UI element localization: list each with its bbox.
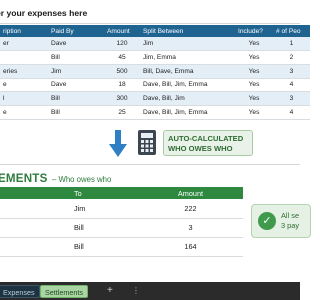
cell-to[interactable]: Bill [70, 218, 138, 238]
table-row: l Bill 300 Dave, Bill, Jim Yes 3 [0, 91, 310, 106]
cell-split-between[interactable]: Dave, Bill, Jim, Emma [140, 78, 235, 93]
settled-status-text: All se 3 pay [281, 211, 299, 231]
header-num-people[interactable]: # of Peo [273, 25, 310, 37]
cell-split-between[interactable]: Jim [140, 37, 235, 52]
check-icon: ✓ [258, 212, 276, 230]
sheet-tab-settlements[interactable]: Settlements [40, 285, 88, 298]
header-include[interactable]: Include? [235, 25, 273, 37]
cell-description[interactable]: er [0, 37, 48, 52]
cell-num-people[interactable]: 4 [273, 78, 310, 93]
cell-include[interactable]: Yes [235, 78, 273, 93]
divider [0, 23, 300, 24]
table-row: e Dave 18 Dave, Bill, Jim, Emma Yes 4 [0, 78, 310, 93]
table-row: e Bill 25 Dave, Bill, Jim, Emma Yes 4 [0, 105, 310, 120]
cell-num-people[interactable]: 3 [273, 64, 310, 79]
cell-include[interactable]: Yes [235, 37, 273, 52]
cell-split-between[interactable]: Dave, Bill, Jim [140, 91, 235, 106]
cell-description[interactable]: e [0, 105, 48, 120]
calculator-icon [138, 130, 156, 155]
expenses-header-row: ription Paid By Amount Split Between Inc… [0, 25, 310, 37]
auto-calculated-callout: AUTO-CALCULATED WHO OWES WHO [163, 130, 253, 156]
header-split-between[interactable]: Split Between [140, 25, 235, 37]
settlements-heading: EMENTS – Who owes who [0, 169, 111, 187]
cell-include[interactable]: Yes [235, 105, 273, 120]
cell-amount[interactable]: 300 [104, 91, 140, 106]
callout-line-1: AUTO-CALCULATED [168, 134, 244, 143]
cell-paid-by[interactable]: Dave [48, 78, 104, 93]
sheet-tab-expenses[interactable]: Expenses [0, 285, 40, 298]
instruction-heading: er your expenses here [0, 8, 88, 18]
table-row: Bill 45 Jim, Emma Yes 2 [0, 50, 310, 65]
cell-amount[interactable]: 500 [104, 64, 140, 79]
divider [0, 164, 300, 165]
cell-paid-by[interactable]: Bill [48, 50, 104, 65]
table-row: eries Jim 500 Bill, Dave, Emma Yes 3 [0, 64, 310, 79]
settlements-title: EMENTS [0, 172, 48, 185]
cell-to[interactable]: Bill [70, 237, 138, 257]
cell-amount[interactable]: 18 [104, 78, 140, 93]
cell-from[interactable] [0, 218, 70, 238]
cell-split-between[interactable]: Bill, Dave, Emma [140, 64, 235, 79]
expenses-table: ription Paid By Amount Split Between Inc… [0, 25, 310, 120]
settled-status-line-1: All se [281, 211, 300, 220]
cell-split-between[interactable]: Dave, Bill, Jim, Emma [140, 105, 235, 120]
cell-num-people[interactable]: 2 [273, 50, 310, 65]
cell-paid-by[interactable]: Dave [48, 37, 104, 52]
table-row: er Dave 120 Jim Yes 1 [0, 37, 310, 52]
cell-include[interactable]: Yes [235, 64, 273, 79]
cell-paid-by[interactable]: Bill [48, 105, 104, 120]
cell-description[interactable]: eries [0, 64, 48, 79]
settlements-table: To Amount Jim 222 Bill 3 Bill 164 [0, 187, 243, 257]
settled-status-line-2: 3 pay [281, 221, 300, 230]
cell-description[interactable]: e [0, 78, 48, 93]
cell-description[interactable]: l [0, 91, 48, 106]
cell-from[interactable] [0, 237, 70, 257]
cell-include[interactable]: Yes [235, 91, 273, 106]
cell-num-people[interactable]: 4 [273, 105, 310, 120]
table-row: Jim 222 [0, 199, 243, 219]
header-paid-by[interactable]: Paid By [48, 25, 104, 37]
settlements-subtitle: – Who owes who [51, 175, 112, 184]
cell-paid-by[interactable]: Bill [48, 91, 104, 106]
down-arrow-icon [109, 130, 127, 157]
more-options-icon[interactable]: ⋮ [132, 284, 140, 298]
cell-amount[interactable]: 222 [138, 199, 243, 219]
cell-amount[interactable]: 120 [104, 37, 140, 52]
header-from[interactable] [0, 187, 70, 199]
cell-amount[interactable]: 25 [104, 105, 140, 120]
header-description[interactable]: ription [0, 25, 48, 37]
cell-amount[interactable]: 45 [104, 50, 140, 65]
add-sheet-button[interactable]: + [107, 284, 113, 298]
cell-paid-by[interactable]: Jim [48, 64, 104, 79]
callout-line-2: WHO OWES WHO [168, 144, 233, 153]
cell-num-people[interactable]: 1 [273, 37, 310, 52]
header-amount[interactable]: Amount [104, 25, 140, 37]
header-to[interactable]: To [70, 187, 138, 199]
table-row: Bill 164 [0, 237, 243, 257]
cell-description[interactable] [0, 50, 48, 65]
cell-from[interactable] [0, 199, 70, 219]
cell-to[interactable]: Jim [70, 199, 138, 219]
settlements-header-row: To Amount [0, 187, 243, 199]
header-amount[interactable]: Amount [138, 187, 243, 199]
cell-amount[interactable]: 3 [138, 218, 243, 238]
cell-amount[interactable]: 164 [138, 237, 243, 257]
cell-include[interactable]: Yes [235, 50, 273, 65]
cell-num-people[interactable]: 3 [273, 91, 310, 106]
table-row: Bill 3 [0, 218, 243, 238]
cell-split-between[interactable]: Jim, Emma [140, 50, 235, 65]
